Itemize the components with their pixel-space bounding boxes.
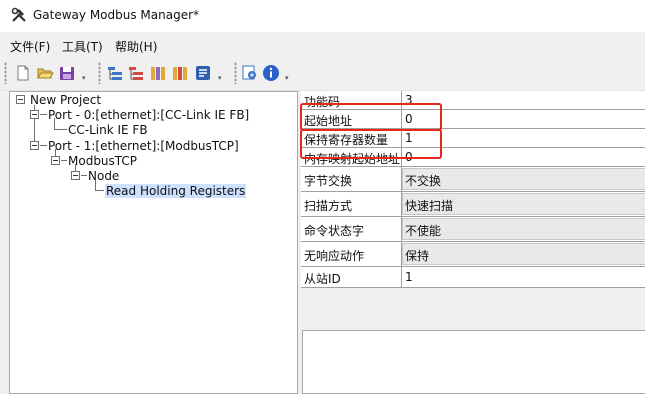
property-label: 命令状态字 [304,224,365,238]
save-icon[interactable] [58,64,76,82]
tree-connector [55,149,56,156]
property-label: 字节交换 [304,174,353,188]
description-panel [302,330,645,394]
toolbar-grip[interactable] [234,62,237,84]
tools-icon [10,6,28,24]
import-icon[interactable] [149,64,167,82]
toolbar-grip[interactable] [98,62,101,84]
property-row[interactable]: 从站ID 1 [301,267,645,288]
remove-node-icon[interactable] [127,64,145,82]
monitor-icon[interactable] [241,64,259,82]
slave-id-field[interactable]: 1 [405,270,413,284]
property-label: 无响应动作 [304,249,365,263]
scan-mode-value: 快速扫描 [405,199,454,213]
toolbar: ▾ ▾ ▾ [0,58,645,91]
tree-node-node[interactable]: Node [88,169,119,183]
tree-connector [81,175,87,176]
tree-node-read-holding-registers[interactable]: Read Holding Registers [105,184,247,198]
collapse-icon[interactable] [30,110,39,119]
menu-tools[interactable]: 工具(T) [62,38,103,55]
tree-node-project[interactable]: New Project [30,93,101,107]
tree-node-cclink[interactable]: CC-Link IE FB [68,123,148,137]
tree-connector [40,114,47,115]
highlight-register-count [300,129,442,159]
tree-node-port0[interactable]: Port - 0:[ethernet]:[CC-Link IE FB] [48,108,249,122]
info-icon[interactable] [262,64,280,82]
title-bar: Gateway Modbus Manager* [0,0,645,32]
property-row[interactable]: 无响应动作 保持 [301,242,645,267]
settings-icon[interactable] [194,64,212,82]
toolbar-overflow-icon[interactable]: ▾ [218,74,225,82]
property-row[interactable]: 字节交换 不交换 [301,167,645,192]
property-row[interactable]: 命令状态字 不使能 [301,217,645,242]
column-divider [401,267,402,287]
collapse-icon[interactable] [71,171,80,180]
collapse-icon[interactable] [51,156,60,165]
property-label: 扫描方式 [304,199,353,213]
property-label: 从站ID [304,272,341,286]
collapse-icon[interactable] [30,141,39,150]
tree-connector [95,180,96,190]
export-icon[interactable] [171,64,189,82]
open-folder-icon[interactable] [36,64,54,82]
byte-swap-value: 不交换 [405,174,442,188]
toolbar-grip[interactable] [4,62,7,84]
menu-help[interactable]: 帮助(H) [115,38,157,55]
tree-node-modbustcp[interactable]: ModbusTCP [68,154,137,168]
add-node-icon[interactable] [106,64,124,82]
highlight-start-address [300,103,442,131]
menu-bar: 文件(F) 工具(T) 帮助(H) [0,34,645,56]
tree-connector [95,190,104,191]
project-tree[interactable]: New Project Port - 0:[ethernet]:[CC-Link… [9,91,298,394]
tree-connector [61,160,67,161]
tree-node-port1[interactable]: Port - 1:[ethernet]:[ModbusTCP] [48,139,239,153]
menu-file[interactable]: 文件(F) [10,38,50,55]
toolbar-overflow-icon[interactable]: ▾ [285,74,292,82]
no-response-action-select[interactable] [402,243,645,265]
new-file-icon[interactable] [14,64,32,82]
collapse-icon[interactable] [16,95,25,104]
toolbar-overflow-icon[interactable]: ▾ [82,74,89,82]
command-status-value: 不使能 [405,224,442,238]
tree-connector [40,145,47,146]
tree-connector [75,164,76,171]
window-title: Gateway Modbus Manager* [33,8,200,22]
no-response-action-value: 保持 [405,249,430,263]
property-row[interactable]: 扫描方式 快速扫描 [301,192,645,217]
tree-connector [54,118,55,129]
tree-connector [54,129,67,130]
